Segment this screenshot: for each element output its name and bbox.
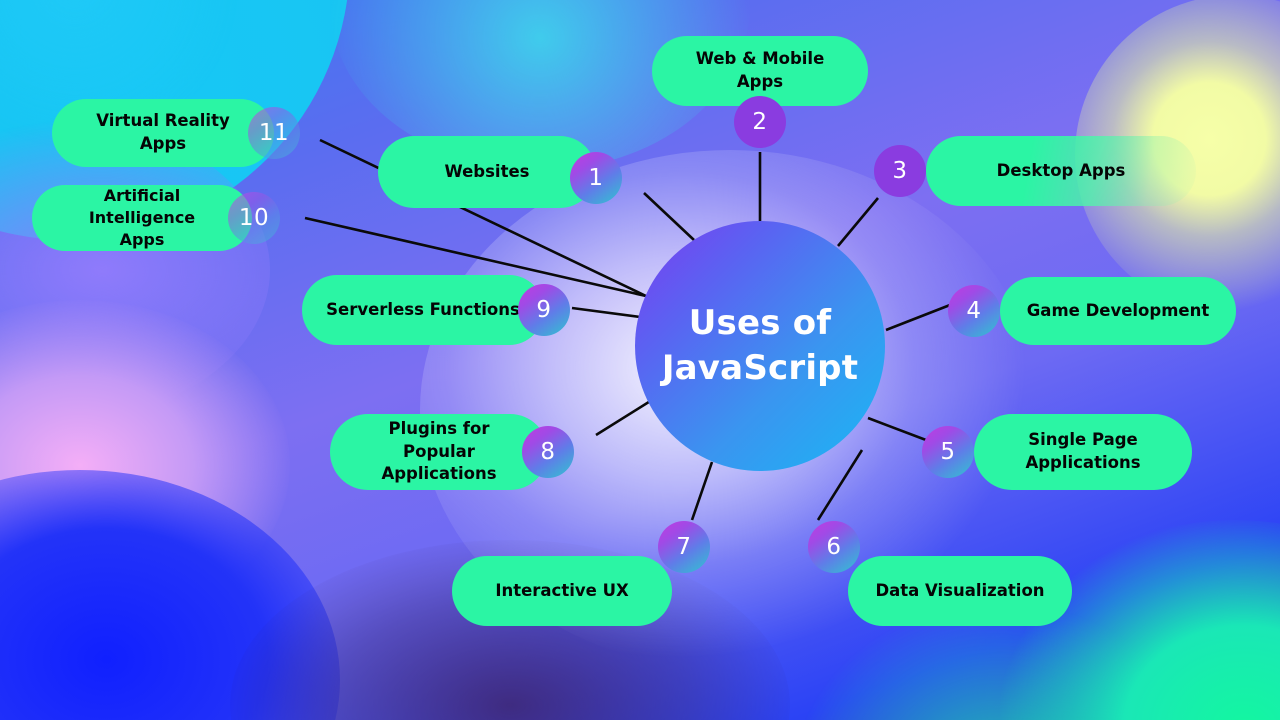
node-10[interactable]: Artificial Intelligence Apps 10 (32, 185, 280, 251)
node-6[interactable]: Data Visualization 6 (808, 521, 1072, 626)
node-3-label: Desktop Apps (926, 136, 1196, 206)
node-10-label: Artificial Intelligence Apps (32, 185, 252, 251)
node-9-badge[interactable]: 9 (518, 284, 570, 336)
edge-to-node-8 (595, 398, 653, 437)
node-10-badge[interactable]: 10 (228, 192, 280, 244)
center-node[interactable]: Uses of JavaScript (635, 221, 885, 471)
node-3[interactable]: Desktop Apps 3 (874, 136, 1196, 206)
node-7-label: Interactive UX (452, 556, 672, 626)
node-11[interactable]: Virtual Reality Apps 11 (52, 99, 300, 167)
node-9[interactable]: Serverless Functions 9 (302, 275, 570, 345)
node-8-badge[interactable]: 8 (522, 426, 574, 478)
center-node-label: Uses of JavaScript (661, 302, 859, 388)
node-7-badge[interactable]: 7 (658, 521, 710, 573)
node-4[interactable]: Game Development 4 (948, 277, 1236, 345)
node-1[interactable]: Websites 1 (378, 136, 622, 208)
mindmap-canvas: Uses of JavaScript Websites 1 Web & Mobi… (0, 0, 1280, 720)
node-4-label: Game Development (1000, 277, 1236, 345)
node-11-label: Virtual Reality Apps (52, 99, 274, 167)
node-2-badge[interactable]: 2 (734, 96, 786, 148)
node-7[interactable]: Interactive UX 7 (452, 521, 710, 626)
edge-to-node-4 (885, 303, 951, 332)
edge-to-node-3 (837, 197, 879, 247)
node-2[interactable]: Web & Mobile Apps 2 (652, 36, 868, 148)
node-6-label: Data Visualization (848, 556, 1072, 626)
node-1-badge[interactable]: 1 (570, 152, 622, 204)
node-5-badge[interactable]: 5 (922, 426, 974, 478)
node-8[interactable]: Plugins for Popular Applications 8 (330, 414, 574, 490)
node-5-label: Single Page Applications (974, 414, 1192, 490)
node-11-badge[interactable]: 11 (248, 107, 300, 159)
node-8-label: Plugins for Popular Applications (330, 414, 548, 490)
node-4-badge[interactable]: 4 (948, 285, 1000, 337)
node-3-badge[interactable]: 3 (874, 145, 926, 197)
node-1-label: Websites (378, 136, 596, 208)
edge-to-node-9 (571, 306, 649, 320)
node-5[interactable]: Single Page Applications 5 (922, 414, 1192, 490)
edge-to-node-7 (690, 461, 714, 521)
node-9-label: Serverless Functions (302, 275, 544, 345)
edge-to-node-6 (816, 449, 864, 521)
edge-to-node-5 (867, 416, 927, 442)
node-6-badge[interactable]: 6 (808, 521, 860, 573)
edge-to-node-1 (643, 192, 695, 241)
